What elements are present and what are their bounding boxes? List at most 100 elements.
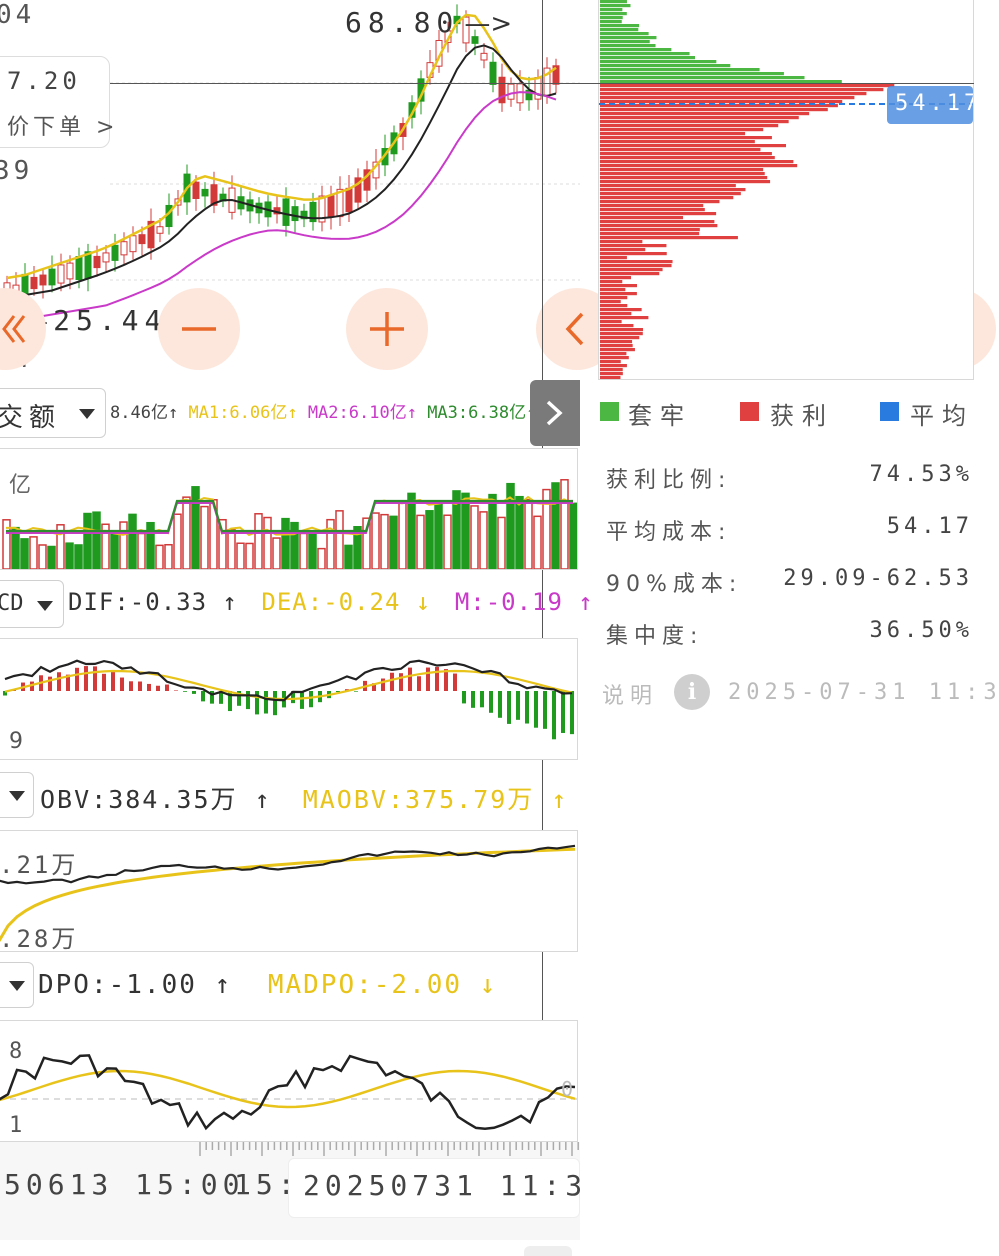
avg-cost-value: 54.17 — [886, 514, 973, 539]
chip-bar — [600, 4, 631, 8]
chip-bar — [600, 172, 765, 176]
volume-bar — [308, 533, 317, 569]
volume-bar — [407, 492, 416, 569]
volume-selector[interactable]: 交额 — [0, 388, 106, 438]
candle-body — [345, 187, 353, 213]
chip-distribution: 54.17 — [598, 0, 974, 380]
zoom-in-button[interactable] — [346, 288, 428, 370]
obv-legend: OBV:384.35万 ↑ MAOBV:375.79万 ↑ — [40, 780, 568, 816]
cost-tag: 54.17 — [887, 86, 973, 124]
macd-bar — [48, 676, 52, 691]
macd-m: M:-0.19 ↑ — [454, 588, 594, 616]
obv-panel[interactable]: .21万 .28万 — [0, 830, 578, 952]
volume-bar — [533, 515, 542, 569]
volume-bar — [227, 529, 236, 569]
macd-bar — [120, 677, 124, 691]
chip-bar — [600, 120, 789, 124]
pan-left-button[interactable] — [0, 288, 46, 370]
volume-bar — [434, 502, 443, 569]
macd-bar — [462, 691, 466, 704]
legend-average-swatch — [880, 402, 899, 421]
candle-body — [48, 268, 56, 286]
chip-bar — [600, 344, 633, 348]
obv-axis-bottom: .28万 — [0, 925, 79, 952]
macd-bar — [246, 691, 250, 710]
chip-bar — [600, 56, 696, 60]
macd-bar — [453, 673, 457, 691]
dpo-panel[interactable]: 8 1 0 — [0, 1020, 578, 1142]
volume-bar — [182, 496, 191, 569]
obv-axis-top: .21万 — [0, 851, 79, 879]
high-marker: 68.80 —> — [345, 6, 512, 39]
volume-legend: 8.46亿↑ MA1:6.06亿↑ MA2:6.10亿↑ MA3:6.38亿↑ — [110, 398, 536, 423]
volume-bar — [344, 544, 353, 569]
volume-bar — [92, 511, 101, 569]
volume-panel[interactable]: 亿 — [0, 448, 578, 570]
order-popup[interactable]: 7.20 价下单 > — [0, 56, 114, 148]
volume-bar — [470, 505, 479, 569]
info-icon[interactable]: i — [674, 674, 710, 710]
chip-bar — [600, 308, 642, 312]
chip-bar — [600, 208, 705, 212]
volume-bar — [299, 532, 308, 569]
chip-bar — [600, 164, 798, 168]
double-chevron-left-icon — [2, 315, 26, 343]
volume-bar — [128, 513, 137, 569]
candle-body — [30, 276, 38, 290]
chip-bar — [600, 372, 623, 376]
volume-bar — [425, 510, 434, 569]
volume-bar — [371, 512, 380, 569]
macd-selector-label: CD — [0, 591, 24, 616]
order-link[interactable]: 价下单 > — [7, 109, 118, 141]
volume-bar — [461, 492, 470, 569]
candle-body — [201, 188, 209, 197]
chip-bar — [600, 84, 895, 88]
candle-body — [156, 226, 164, 234]
macd-bar — [192, 691, 196, 694]
dpo-selector[interactable] — [0, 962, 34, 1008]
chip-bar — [600, 224, 718, 228]
legend-trapped-swatch — [600, 402, 619, 421]
chip-bar — [600, 284, 637, 288]
chip-bar — [600, 244, 667, 248]
concentration-value: 36.50% — [869, 618, 973, 643]
candle-body — [291, 206, 299, 222]
time-axis[interactable]: 50613 15:00 15:0( 20250731 11:30 — [0, 1142, 580, 1240]
chip-bar — [600, 100, 843, 104]
chip-bar — [600, 8, 623, 12]
candle-body — [282, 198, 290, 226]
macd-bar — [201, 691, 205, 702]
obv-selector[interactable] — [0, 772, 34, 818]
volume-bar — [137, 532, 146, 569]
macd-bar — [138, 681, 142, 691]
candle-body — [102, 252, 110, 263]
chip-bar — [600, 264, 672, 268]
volume-bar — [47, 545, 56, 569]
chevron-down-icon — [37, 601, 53, 611]
volume-bar — [245, 542, 254, 569]
bottom-handle[interactable] — [524, 1246, 572, 1256]
legend-average-label: 平均 — [910, 402, 974, 430]
candle-body — [129, 235, 137, 253]
macd-panel[interactable]: 9 — [0, 638, 578, 760]
macd-chart — [3, 659, 574, 740]
chip-bar — [600, 220, 715, 224]
macd-bar — [75, 667, 79, 691]
chip-bar — [600, 108, 828, 112]
macd-selector[interactable]: CD — [0, 580, 64, 628]
chip-bar — [600, 320, 622, 324]
chip-note[interactable]: 说明 i 2025-07-31 11:30 — [602, 672, 999, 712]
time-cursor-tag: 20250731 11:30 — [288, 1158, 580, 1218]
volume-bar — [236, 542, 245, 569]
obv-value: OBV:384.35万 ↑ — [40, 785, 272, 814]
volume-ma1: MA1:6.06亿↑ — [188, 403, 298, 423]
chip-bar — [600, 184, 736, 188]
candle-body — [120, 241, 128, 256]
cost-90-value: 29.09-62.53 — [783, 566, 973, 591]
dpo-legend: DPO:-1.00 ↑ MADPO:-2.00 ↓ — [38, 970, 497, 1000]
chip-bar — [600, 352, 627, 356]
zoom-out-button[interactable] — [158, 288, 240, 370]
indicator-next-button[interactable] — [530, 380, 580, 446]
chip-bar — [600, 348, 635, 352]
chip-bar — [600, 136, 772, 140]
